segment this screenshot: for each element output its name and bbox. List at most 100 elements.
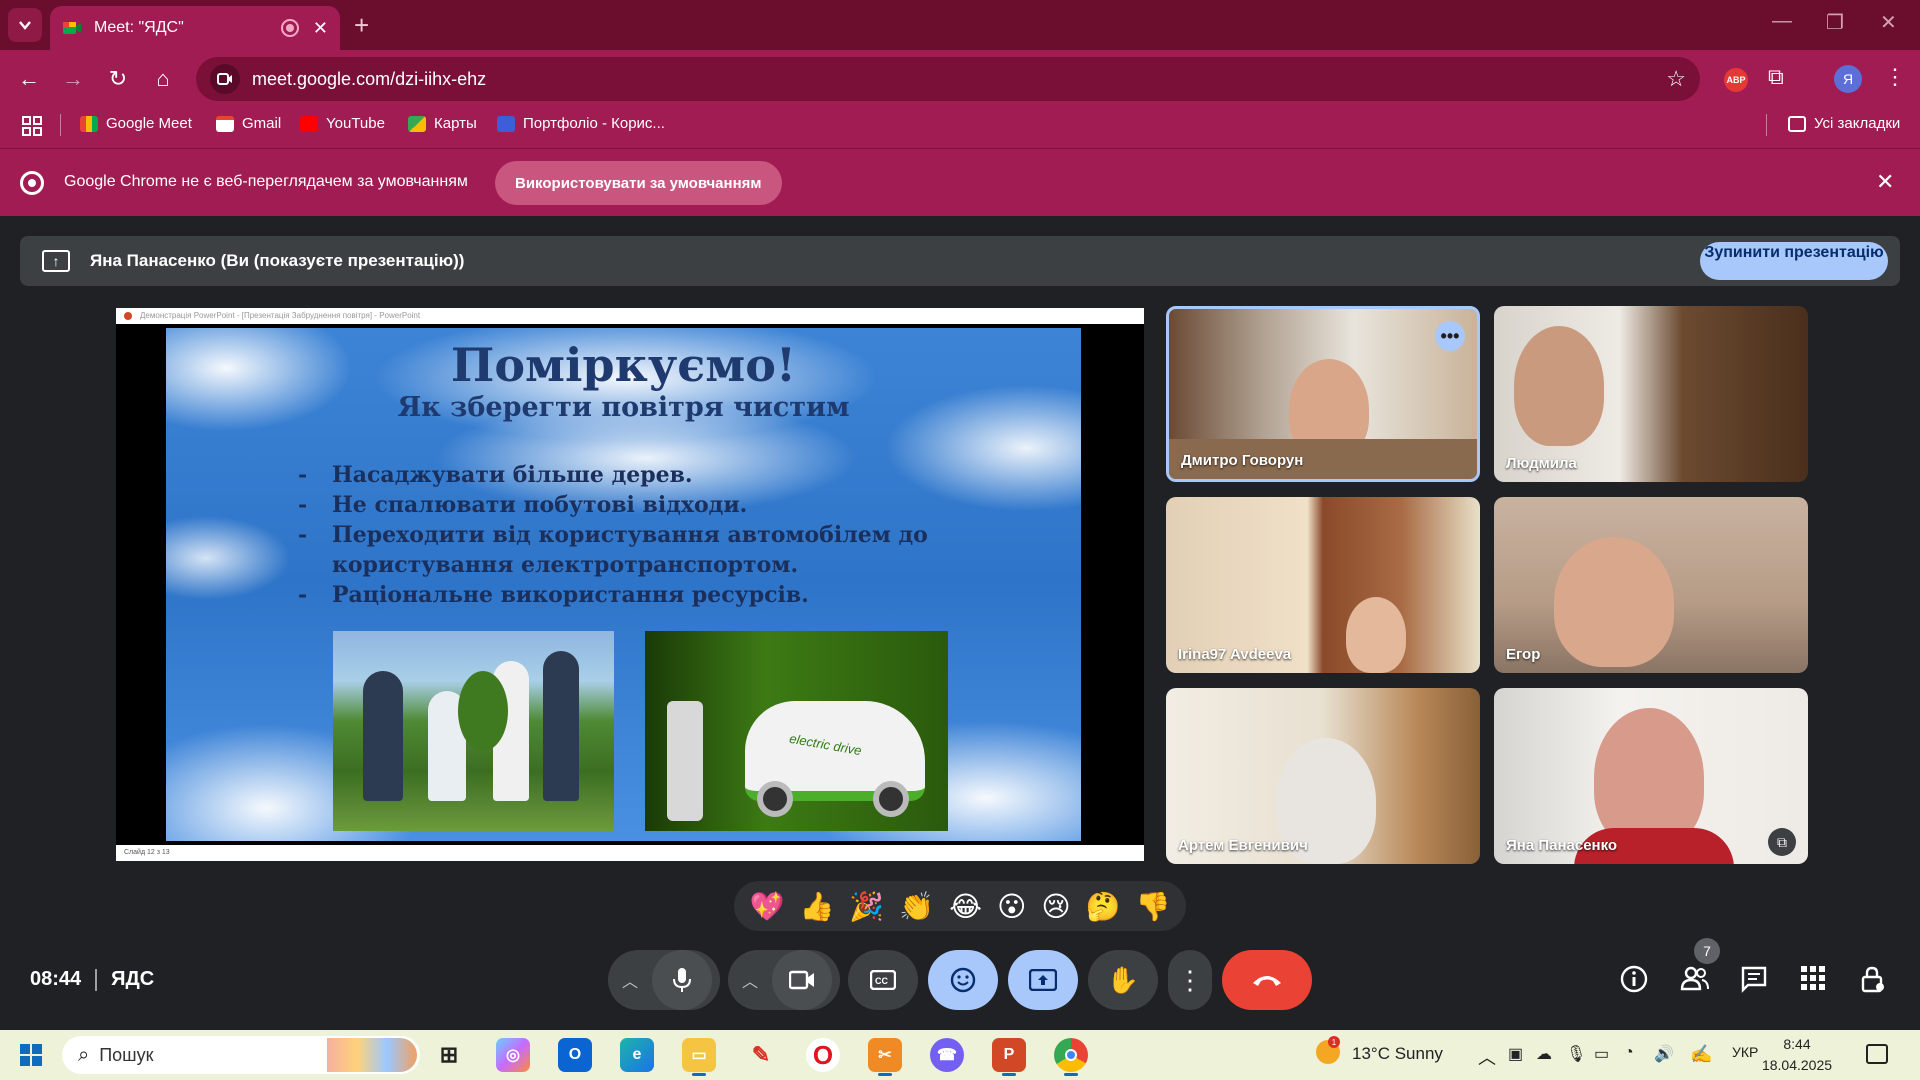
search-highlight-image	[327, 1038, 417, 1072]
reaction-clap-icon[interactable]: 👏	[899, 890, 934, 923]
hand-icon: ✋	[1106, 964, 1140, 995]
adblock-extension-icon[interactable]: ABP	[1724, 68, 1748, 92]
end-call-icon	[1253, 976, 1281, 986]
restore-icon[interactable]: ❐	[1826, 10, 1844, 35]
edge-icon[interactable]: e	[620, 1038, 654, 1072]
chat-icon[interactable]	[1740, 965, 1768, 1000]
reaction-laugh-icon[interactable]: 😂	[949, 890, 982, 923]
forward-icon[interactable]: →	[58, 64, 88, 94]
bookmark-youtube[interactable]: YouTube	[300, 115, 385, 132]
close-infobar-icon[interactable]: ✕	[1876, 169, 1894, 195]
reaction-party-icon[interactable]: 🎉	[849, 890, 884, 923]
camera-icon	[789, 970, 814, 990]
present-button[interactable]	[1008, 950, 1078, 1010]
picture-in-picture-icon[interactable]: ⧉	[1768, 828, 1796, 856]
window-close-icon[interactable]: ✕	[1880, 10, 1897, 35]
reload-icon[interactable]: ↻	[103, 64, 133, 94]
leave-call-button[interactable]	[1222, 950, 1312, 1010]
wifi-icon[interactable]: ◔	[1624, 1044, 1634, 1062]
pen-icon[interactable]: ✍	[1690, 1044, 1712, 1065]
taskbar-search[interactable]: ⌕ Пошук	[62, 1036, 420, 1074]
set-default-button[interactable]: Використовувати за умовчанням	[495, 161, 782, 205]
participant-tile[interactable]: Irina97 Avdeeva	[1166, 497, 1480, 673]
raise-hand-button[interactable]: ✋	[1088, 950, 1158, 1010]
host-controls-icon[interactable]	[1860, 965, 1886, 1000]
microphone-button[interactable]	[652, 950, 712, 1010]
participant-tile[interactable]: Егор	[1494, 497, 1808, 673]
home-icon[interactable]: ⌂	[148, 64, 178, 94]
reaction-heart-icon[interactable]: 💖	[750, 890, 785, 923]
microphone-tray-icon[interactable]: 🎙	[1566, 1044, 1586, 1064]
more-options-icon[interactable]: •••	[1435, 321, 1465, 351]
bookmark-gmail[interactable]: Gmail	[216, 115, 281, 132]
outlook-icon[interactable]: O	[558, 1038, 592, 1072]
present-screen-icon: ↑	[42, 250, 70, 272]
active-tab[interactable]: Meet: "ЯДС" ✕	[50, 6, 340, 50]
car-wheel	[873, 781, 909, 817]
people-icon[interactable]	[1680, 965, 1710, 998]
battery-icon[interactable]: ▭	[1594, 1044, 1609, 1064]
bookmark-portfolio[interactable]: Портфоліо - Корис...	[497, 115, 665, 132]
camera-site-icon[interactable]	[210, 64, 240, 94]
reaction-sad-icon[interactable]: 😢	[1041, 890, 1070, 923]
paint-icon[interactable]: ✎	[744, 1038, 778, 1072]
bookmark-google-meet[interactable]: Google Meet	[80, 115, 192, 132]
extensions-icon[interactable]: ⧉	[1768, 64, 1784, 90]
usb-device-icon[interactable]: ▣	[1508, 1044, 1523, 1064]
captions-button[interactable]: CC	[848, 950, 918, 1010]
stop-presenting-button[interactable]: Зупинити презентацію	[1700, 242, 1888, 280]
back-icon[interactable]: ←	[14, 64, 44, 94]
chrome-icon[interactable]	[1054, 1038, 1088, 1076]
participant-name: Irina97 Avdeeva	[1178, 646, 1292, 663]
bookmark-maps[interactable]: Карты	[408, 115, 477, 132]
slide-bullet: Не спалювати побутові відходи.	[298, 490, 978, 520]
viber-icon[interactable]: ☎	[930, 1038, 964, 1072]
meeting-name: ЯДС	[111, 968, 155, 990]
apps-grid-icon[interactable]	[22, 116, 42, 136]
volume-icon[interactable]: 🔊	[1654, 1044, 1674, 1064]
participant-tile[interactable]: Яна Панасенко ⧉	[1494, 688, 1808, 864]
windows-start-icon[interactable]	[20, 1044, 42, 1066]
profile-avatar[interactable]: Я	[1834, 65, 1862, 93]
reactions-button[interactable]	[928, 950, 998, 1010]
opera-icon[interactable]: O	[806, 1038, 840, 1072]
bookmarks-separator	[60, 114, 61, 136]
powerpoint-titlebar: Демонстрація PowerPoint - [Презентація З…	[116, 308, 1144, 324]
tray-chevron-up-icon[interactable]: ︿	[1478, 1044, 1496, 1070]
video-options-chevron-icon[interactable]: ︿	[728, 950, 772, 1010]
reaction-thumbs-down-icon[interactable]: 👎	[1136, 890, 1171, 923]
all-bookmarks-button[interactable]: Усі закладки	[1788, 115, 1900, 132]
activities-icon[interactable]	[1800, 965, 1826, 998]
onedrive-cloud-icon[interactable]: ☁	[1536, 1044, 1552, 1064]
camera-button[interactable]	[772, 950, 832, 1010]
powerpoint-icon[interactable]: P	[992, 1038, 1026, 1076]
taskbar-clock[interactable]: 8:44 18.04.2025	[1752, 1034, 1842, 1076]
minimize-icon[interactable]: —	[1772, 10, 1792, 33]
reaction-thumbs-up-icon[interactable]: 👍	[799, 890, 834, 923]
chrome-menu-icon[interactable]: ⋮	[1884, 64, 1906, 90]
emoji-icon	[950, 967, 976, 993]
reaction-surprised-icon[interactable]: 😮	[997, 890, 1026, 923]
notifications-icon[interactable]	[1866, 1044, 1888, 1064]
weather-text[interactable]: 13°C Sunny	[1352, 1044, 1443, 1064]
address-bar[interactable]: meet.google.com/dzi-iihx-ehz ☆	[196, 57, 1700, 101]
participant-tile[interactable]: ••• Дмитро Говорун	[1166, 306, 1480, 482]
tab-search-button[interactable]	[8, 8, 42, 42]
reaction-thinking-icon[interactable]: 🤔	[1086, 890, 1121, 923]
tree-planting-photo	[333, 631, 614, 831]
gmail-icon	[216, 115, 234, 132]
powerpoint-icon	[124, 312, 132, 320]
new-tab-button[interactable]: +	[354, 10, 369, 41]
task-view-icon[interactable]: ⊞	[432, 1038, 466, 1072]
bookmark-star-icon[interactable]: ☆	[1666, 66, 1686, 92]
present-screen-icon	[1029, 969, 1057, 991]
meeting-details-icon[interactable]	[1620, 965, 1648, 1000]
file-explorer-icon[interactable]: ▭	[682, 1038, 716, 1076]
more-options-button[interactable]: ⋮	[1168, 950, 1212, 1010]
participant-tile[interactable]: Артем Евгенивич	[1166, 688, 1480, 864]
copilot-icon[interactable]: ◎	[496, 1038, 530, 1072]
participant-tile[interactable]: Людмила	[1494, 306, 1808, 482]
close-tab-icon[interactable]: ✕	[313, 18, 328, 39]
audio-options-chevron-icon[interactable]: ︿	[608, 950, 652, 1010]
snipping-tool-icon[interactable]: ✂	[868, 1038, 902, 1076]
